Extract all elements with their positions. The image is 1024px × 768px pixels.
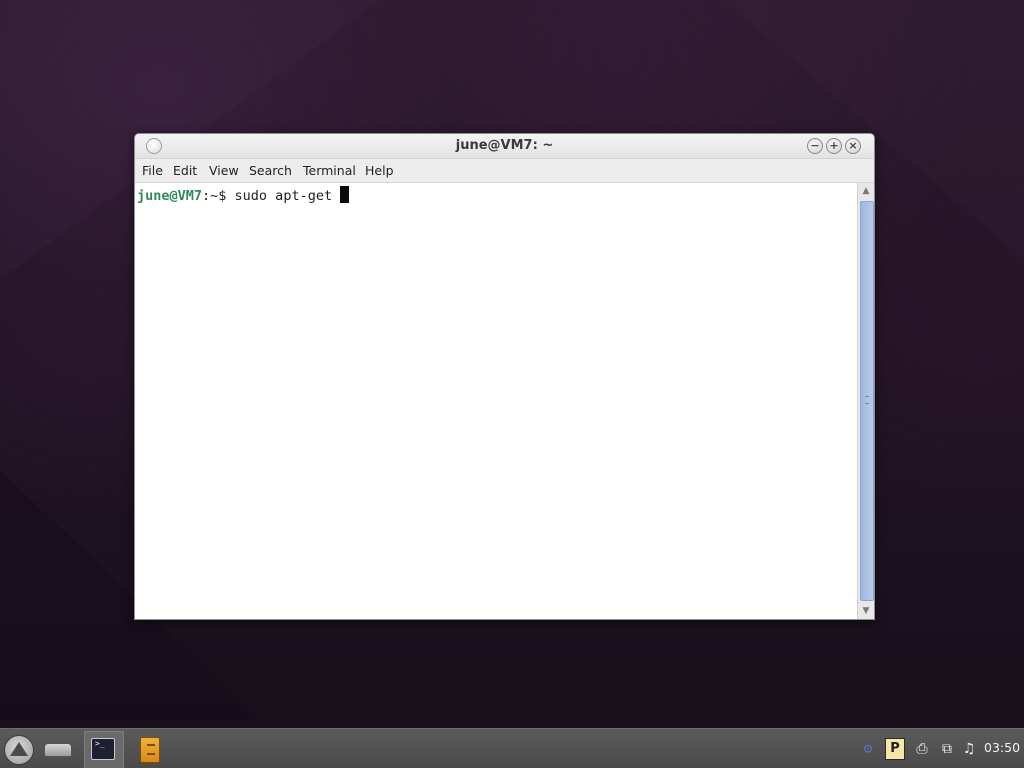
scroll-down-icon[interactable]: ▼ [858,603,874,619]
menu-file[interactable]: File [142,163,163,178]
scrollbar-grip-icon [865,396,869,404]
cabinet-handle [147,753,155,755]
text-cursor [340,186,350,203]
file-manager-icon[interactable] [138,737,160,763]
tray-p-icon[interactable]: P [885,738,905,760]
terminal-area[interactable]: june@VM7:~$ sudo apt-get [135,183,857,619]
menu-terminal[interactable]: Terminal [303,163,356,178]
minimize-button[interactable]: − [807,138,823,154]
window-titlebar[interactable]: june@VM7: ~ − + × [135,134,874,159]
drive-icon[interactable] [42,740,72,758]
clock[interactable]: 03:50 [984,740,1020,755]
vertical-scrollbar[interactable]: ▲ ▼ [857,183,874,619]
menu-view[interactable]: View [209,163,239,178]
launcher-icon[interactable] [4,735,34,765]
terminal-icon: >_ [91,738,115,760]
network-icon[interactable]: ⧉ [936,739,958,759]
menu-search[interactable]: Search [249,163,292,178]
prompt-line: june@VM7:~$ sudo apt-get [137,186,350,204]
maximize-button[interactable]: + [826,138,842,154]
command-text: sudo apt-get [234,188,341,204]
drive-body [44,743,72,757]
files-cabinet [140,737,160,763]
prompt-separator: :~$ [202,188,235,204]
close-button[interactable]: × [845,138,861,154]
prompt-user: june@VM7 [137,188,203,204]
cabinet-handle [147,744,155,746]
tray-app-icon[interactable]: ⚙ [858,739,878,759]
menubar: File Edit View Search Terminal Help [135,159,874,183]
volume-icon[interactable]: ♫ [959,739,979,759]
taskbar: >_ ⚙ P ⎙ ⧉ ♫ 03:50 [0,728,1024,768]
window-title: june@VM7: ~ [455,138,554,153]
launcher-triangle [10,742,28,756]
menu-help[interactable]: Help [365,163,394,178]
terminal-window[interactable]: june@VM7: ~ − + × File Edit View Search … [134,133,875,620]
scroll-up-icon[interactable]: ▲ [858,183,874,199]
menu-edit[interactable]: Edit [173,163,197,178]
taskbar-terminal-button[interactable]: >_ [84,731,124,768]
printer-icon[interactable]: ⎙ [912,739,932,759]
scrollbar-thumb[interactable] [860,201,874,601]
